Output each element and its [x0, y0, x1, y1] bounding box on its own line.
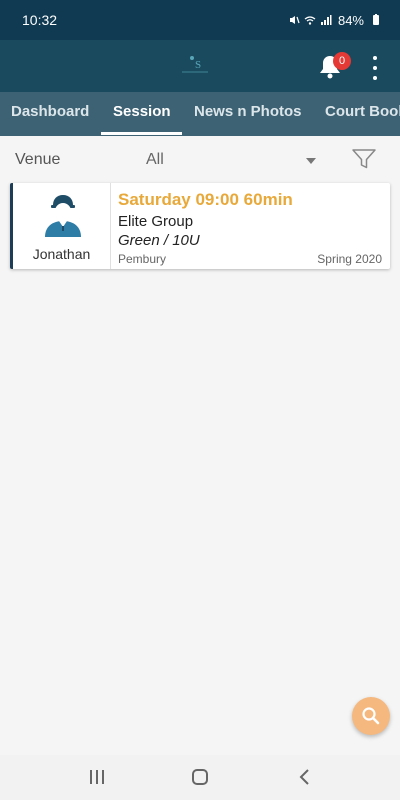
svg-text:S: S — [195, 59, 201, 71]
status-icons — [288, 14, 332, 26]
tab-dashboard[interactable]: Dashboard — [11, 92, 89, 136]
session-location: Pembury — [118, 252, 167, 266]
search-icon — [362, 707, 380, 725]
card-divider — [110, 183, 111, 269]
coach-avatar-icon — [45, 195, 81, 237]
tab-news-n-photos[interactable]: News n Photos — [194, 92, 302, 136]
mute-icon — [289, 16, 300, 24]
signal-icon — [320, 15, 332, 25]
recent-apps-icon[interactable] — [87, 767, 107, 787]
active-tab-indicator — [101, 132, 182, 135]
filter-row: Venue All — [0, 136, 400, 182]
more-options-icon[interactable] — [365, 56, 385, 80]
tab-bar: Dashboard Session News n Photos Court Bo… — [0, 92, 400, 136]
session-title: Saturday 09:00 60min — [118, 190, 293, 209]
wifi-icon — [304, 16, 316, 25]
session-term: Spring 2020 — [317, 252, 382, 266]
home-icon[interactable] — [190, 767, 210, 787]
coach-name: Jonathan — [32, 246, 91, 262]
battery-percent: 84% — [337, 12, 364, 28]
status-time: 10:32 — [22, 12, 58, 28]
notification-badge: 0 — [333, 52, 351, 70]
tab-session[interactable]: Session — [113, 92, 171, 136]
system-nav-bar — [0, 755, 400, 800]
tennis-logo-icon: S — [182, 56, 208, 73]
battery-icon — [373, 14, 379, 25]
back-icon[interactable] — [295, 767, 315, 787]
venue-select[interactable]: All — [146, 151, 164, 169]
session-card[interactable]: Jonathan Saturday 09:00 60min Elite Grou… — [10, 183, 390, 269]
tab-court-book[interactable]: Court Book — [325, 92, 400, 136]
status-bar: 10:32 84% — [0, 0, 400, 40]
venue-dropdown-caret-icon[interactable] — [306, 158, 316, 164]
session-group: Elite Group — [118, 213, 194, 230]
session-level: Green / 10U — [118, 232, 200, 249]
search-fab-button[interactable] — [352, 697, 390, 735]
status-right: 84% — [288, 13, 382, 28]
filter-icon[interactable] — [351, 148, 377, 170]
venue-label: Venue — [15, 151, 61, 168]
